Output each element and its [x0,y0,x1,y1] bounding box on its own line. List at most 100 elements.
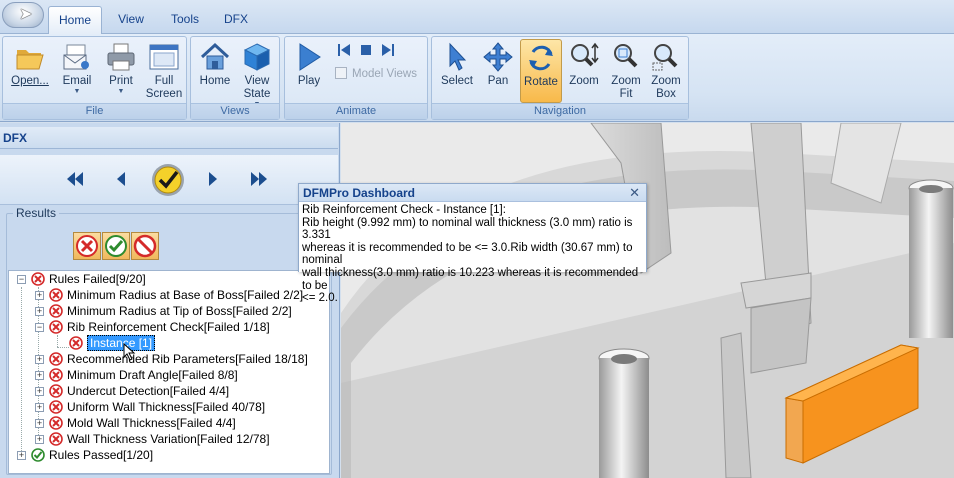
ribbon-group-file: Open... Email ▼ Print ▼ Full Screen File [2,36,187,120]
group-label-navigation: Navigation [432,103,688,119]
mouse-cursor-icon: ➤ [19,6,33,23]
tree-node-rule[interactable]: Recommended Rib Parameters[Failed 18/18] [49,351,308,367]
tree-node-rule[interactable]: Rib Reinforcement Check[Failed 1/18] [49,319,270,335]
next-result-icon[interactable] [202,168,224,190]
show-failed-button[interactable] [73,232,101,260]
failed-icon [69,336,83,350]
close-icon[interactable]: ✕ [629,185,640,201]
failed-icon [49,400,63,414]
email-icon [63,44,89,70]
expand-toggle[interactable]: + [35,307,44,316]
passed-filter-icon [105,235,127,257]
view-state-button[interactable]: View State ▼ [237,39,277,108]
play-icon [299,43,321,71]
show-ignored-button[interactable] [131,232,159,260]
tree-node-rule[interactable]: Undercut Detection[Failed 4/4] [49,383,229,399]
full-screen-icon [149,44,179,70]
collapse-toggle[interactable]: − [17,275,26,284]
checkbox-box[interactable] [335,67,347,79]
select-button[interactable]: Select [436,39,478,103]
tree-node-rule[interactable]: Mold Wall Thickness[Failed 4/4] [49,415,236,431]
ignored-filter-icon [133,234,157,258]
failed-icon [31,272,45,286]
zoom-box-button[interactable]: Zoom Box [646,39,686,103]
results-label: Results [13,206,60,220]
play-button[interactable]: Play [289,39,329,103]
zoom-button[interactable]: Zoom [564,39,604,103]
expand-toggle[interactable]: + [35,371,44,380]
group-label-file: File [3,103,186,119]
pan-button[interactable]: Pan [478,39,518,103]
failed-icon [49,416,63,430]
tree-node-rules-failed[interactable]: Rules Failed[9/20] [31,271,146,287]
zoom-fit-button[interactable]: Zoom Fit [606,39,646,103]
dashboard-message: Rib Reinforcement Check - Instance [1]: … [299,202,646,304]
pointer-arrow-icon [449,42,467,71]
rotate-button[interactable]: Rotate [520,39,562,103]
step-back-icon[interactable] [335,41,353,59]
results-tree[interactable]: − Rules Failed[9/20] + Minimum Radius at… [8,270,330,474]
tab-home[interactable]: Home [48,6,102,35]
expand-toggle[interactable]: + [35,387,44,396]
model-views-checkbox[interactable]: Model Views [335,67,417,80]
print-button[interactable]: Print ▼ [101,39,141,103]
dfmpro-dashboard-popup: DFMPro Dashboard ✕ Rib Reinforcement Che… [298,183,647,304]
group-label-animate: Animate [285,103,427,119]
tree-node-rules-passed[interactable]: Rules Passed[1/20] [31,447,153,463]
ribbon-group-animate: Play Model Views Animate [284,36,428,120]
expand-toggle[interactable]: + [35,435,44,444]
results-group: Results − Rules Failed[9/20] + Minimum R… [6,206,332,475]
expand-toggle[interactable]: + [17,451,26,460]
result-filter-buttons [73,232,159,260]
home-view-button[interactable]: Home [195,39,235,103]
application-menu-button[interactable]: ➤ [2,2,44,28]
show-passed-button[interactable] [102,232,130,260]
result-navigation-bar [0,155,338,205]
dashboard-title: DFMPro Dashboard [299,184,646,202]
tree-node-rule[interactable]: Minimum Radius at Base of Boss[Failed 2/… [49,287,303,303]
ribbon-group-navigation: Select Pan Rotate Zoom Zoom Fit Zoom Box… [431,36,689,120]
step-forward-icon[interactable] [379,41,397,59]
first-result-icon[interactable] [64,168,86,190]
tree-node-rule[interactable]: Uniform Wall Thickness[Failed 40/78] [49,399,265,415]
cube-icon [243,43,271,71]
previous-result-icon[interactable] [110,168,132,190]
failed-icon [49,432,63,446]
ribbon: Open... Email ▼ Print ▼ Full Screen File… [0,34,954,122]
stop-icon[interactable] [357,41,375,59]
tree-node-rule[interactable]: Wall Thickness Variation[Failed 12/78] [49,431,270,447]
dashboard-line: Rib height (9.992 mm) to nominal wall th… [302,216,633,242]
open-button[interactable]: Open... [7,39,53,103]
mouse-cursor-icon [123,343,136,361]
full-screen-button[interactable]: Full Screen [143,39,185,103]
expand-toggle[interactable]: + [35,403,44,412]
collapse-toggle[interactable]: − [35,323,44,332]
failed-icon [49,352,63,366]
tab-tools[interactable]: Tools [162,6,208,34]
rotate-icon [529,45,553,71]
failed-icon [49,320,63,334]
ribbon-tab-bar: ➤ Home View Tools DFX [0,0,954,35]
run-check-icon[interactable] [150,162,186,198]
expand-toggle[interactable]: + [35,291,44,300]
expand-toggle[interactable]: + [35,355,44,364]
passed-icon [31,448,45,462]
failed-icon [49,368,63,382]
tree-node-instance[interactable]: Instance [1] [69,335,156,351]
panel-title: DFX [0,127,338,149]
failed-icon [49,288,63,302]
ribbon-group-views: Home View State ▼ Views [190,36,280,120]
last-result-icon[interactable] [248,168,270,190]
email-button[interactable]: Email ▼ [57,39,97,103]
dashboard-line: <= 2.0. [302,292,338,305]
tree-node-rule[interactable]: Minimum Draft Angle[Failed 8/8] [49,367,238,383]
failed-icon [49,384,63,398]
tab-dfx[interactable]: DFX [216,6,256,34]
tab-view[interactable]: View [110,6,152,34]
zoom-icon [571,42,599,67]
failed-filter-icon [76,235,98,257]
expand-toggle[interactable]: + [35,419,44,428]
dashboard-line: Rib Reinforcement Check - Instance [1]: [302,204,506,216]
tree-node-rule[interactable]: Minimum Radius at Tip of Boss[Failed 2/2… [49,303,292,319]
dashboard-line: whereas it is recommended to be <= 3.0.R… [302,241,633,267]
